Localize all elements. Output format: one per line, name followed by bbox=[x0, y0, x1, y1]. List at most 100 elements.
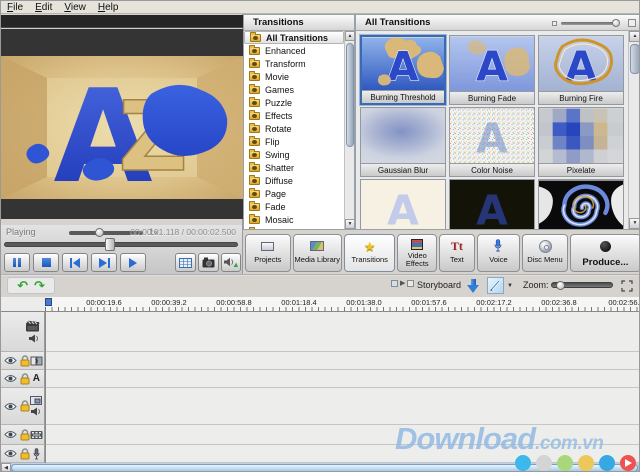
hscrollbar-thumb[interactable] bbox=[11, 464, 638, 471]
gallery-scrollbar-thumb[interactable] bbox=[630, 44, 639, 74]
snapshot-button[interactable] bbox=[198, 253, 219, 272]
category-puzzle[interactable]: Puzzle bbox=[244, 96, 344, 109]
scroll-up-icon[interactable]: ▲ bbox=[629, 31, 639, 42]
fit-timeline-icon[interactable] bbox=[621, 279, 633, 297]
category-all-transitions[interactable]: All Transitions bbox=[244, 31, 344, 44]
draw-tool-button[interactable] bbox=[487, 277, 504, 294]
lock-icon[interactable] bbox=[20, 372, 30, 385]
tab-video-effects[interactable]: Video Effects bbox=[397, 234, 438, 272]
eye-icon[interactable] bbox=[4, 402, 17, 411]
video-track-header[interactable] bbox=[1, 312, 45, 352]
voice-track-header[interactable] bbox=[1, 445, 45, 463]
transition-track-header[interactable] bbox=[1, 352, 45, 370]
transition-thumb-burning-fire[interactable]: A Burning Fire bbox=[538, 35, 624, 105]
thumbnail-size-slider[interactable] bbox=[552, 19, 636, 28]
size-slider-thumb[interactable] bbox=[612, 19, 620, 27]
undo-button[interactable]: ↶ bbox=[17, 279, 28, 292]
menu-file[interactable]: File bbox=[1, 1, 29, 14]
category-diffuse[interactable]: Diffuse bbox=[244, 174, 344, 187]
frame-grid-button[interactable] bbox=[175, 253, 196, 272]
eye-icon[interactable] bbox=[4, 430, 17, 439]
category-flip[interactable]: Flip bbox=[244, 135, 344, 148]
category-label: Puzzle bbox=[265, 97, 293, 108]
text-track-header[interactable]: A bbox=[1, 370, 45, 388]
category-transform[interactable]: Transform bbox=[244, 57, 344, 70]
clip-track-header[interactable] bbox=[1, 425, 45, 445]
stop-button[interactable] bbox=[33, 253, 59, 272]
lock-icon[interactable] bbox=[20, 400, 30, 412]
scroll-up-icon[interactable]: ▲ bbox=[345, 31, 355, 41]
transition-thumb-gaussian-blur[interactable]: Gaussian Blur bbox=[360, 107, 446, 177]
lock-icon[interactable] bbox=[20, 447, 30, 460]
category-effects[interactable]: Effects bbox=[244, 109, 344, 122]
transition-thumb-burning-threshold[interactable]: A Burning Threshold bbox=[360, 35, 446, 105]
playhead-marker[interactable] bbox=[45, 298, 52, 306]
transition-thumb-color-noise[interactable]: A Color Noise bbox=[449, 107, 535, 177]
skip-start-button[interactable] bbox=[62, 253, 88, 272]
scroll-down-icon[interactable]: ▼ bbox=[629, 218, 639, 229]
lock-icon[interactable] bbox=[20, 428, 30, 441]
category-scrollbar-thumb[interactable] bbox=[346, 43, 354, 147]
transition-thumb-pixelate[interactable]: Pixelate bbox=[538, 107, 624, 177]
tab-projects[interactable]: Projects bbox=[245, 234, 291, 272]
scroll-down-icon[interactable]: ▼ bbox=[345, 219, 355, 229]
category-page[interactable]: Page bbox=[244, 187, 344, 200]
volume-button[interactable] bbox=[221, 253, 241, 272]
tab-media-library[interactable]: Media Library bbox=[292, 234, 343, 272]
category-fade[interactable]: Fade bbox=[244, 200, 344, 213]
category-clock[interactable]: Clock bbox=[244, 226, 344, 229]
overlay-track-header[interactable] bbox=[1, 388, 45, 425]
tab-produce[interactable]: Produce... bbox=[569, 234, 639, 272]
gallery-scrollbar[interactable]: ▲ ▼ bbox=[628, 31, 639, 229]
storyboard-toggle[interactable]: ▶ bbox=[391, 280, 415, 287]
timeline-hscrollbar[interactable]: ◀ bbox=[1, 463, 639, 471]
skip-end-button[interactable] bbox=[91, 253, 117, 272]
transition-track-lane[interactable] bbox=[46, 352, 639, 370]
redo-button[interactable]: ↷ bbox=[34, 279, 45, 292]
seek-slider[interactable] bbox=[4, 242, 238, 247]
eye-icon[interactable] bbox=[4, 449, 17, 458]
timeline-zoom-slider[interactable] bbox=[551, 281, 613, 290]
tab-disc-menu[interactable]: Disc Menu bbox=[522, 234, 568, 272]
category-scrollbar[interactable]: ▲ ▼ bbox=[344, 31, 355, 229]
video-preview[interactable]: A Z bbox=[1, 29, 243, 219]
tab-text[interactable]: Tt Text bbox=[439, 234, 475, 272]
category-label: Page bbox=[265, 188, 287, 199]
play-button[interactable] bbox=[120, 253, 146, 272]
category-label: Rotate bbox=[265, 123, 292, 134]
category-rotate[interactable]: Rotate bbox=[244, 122, 344, 135]
tab-voice[interactable]: Voice bbox=[476, 234, 521, 272]
clip-track-lane[interactable] bbox=[46, 425, 639, 445]
scroll-left-icon[interactable]: ◀ bbox=[1, 463, 11, 471]
timeline-ruler[interactable]: 00:00:19.6 00:00:39.2 00:00:58.8 00:01:18.4… bbox=[45, 297, 639, 312]
pause-button[interactable] bbox=[4, 253, 30, 272]
draw-dropdown-icon[interactable]: ▼ bbox=[507, 283, 513, 289]
zoom-slider-thumb[interactable] bbox=[556, 281, 565, 290]
lock-icon[interactable] bbox=[20, 354, 30, 367]
transition-thumb-flash-light[interactable]: A Flash Light bbox=[360, 179, 446, 229]
category-movie[interactable]: Movie bbox=[244, 70, 344, 83]
menu-edit[interactable]: Edit bbox=[29, 1, 58, 14]
category-mosaic[interactable]: Mosaic bbox=[244, 213, 344, 226]
size-slider-track[interactable] bbox=[561, 22, 617, 25]
category-games[interactable]: Games bbox=[244, 83, 344, 96]
eye-icon[interactable] bbox=[4, 374, 17, 383]
video-track-lane[interactable] bbox=[46, 312, 639, 352]
menu-help[interactable]: Help bbox=[92, 1, 125, 14]
tab-transitions[interactable]: ★ Transitions bbox=[344, 234, 396, 272]
narration-arrow-icon[interactable] bbox=[467, 279, 480, 293]
speed-slider-thumb[interactable] bbox=[95, 228, 104, 237]
eye-icon[interactable] bbox=[4, 356, 17, 365]
transition-thumb-flash-dark[interactable]: A Flash Dark bbox=[449, 179, 535, 229]
voice-track-lane[interactable] bbox=[46, 445, 639, 463]
text-track-lane[interactable] bbox=[46, 370, 639, 388]
transition-thumb-twirl-clockwise[interactable]: Twirl Clockwise bbox=[538, 179, 624, 229]
menu-view[interactable]: View bbox=[58, 1, 92, 14]
category-shatter[interactable]: Shatter bbox=[244, 161, 344, 174]
category-swing[interactable]: Swing bbox=[244, 148, 344, 161]
category-enhanced[interactable]: Enhanced bbox=[244, 44, 344, 57]
transition-thumb-burning-fade[interactable]: A Burning Fade bbox=[449, 35, 535, 105]
seek-slider-thumb[interactable] bbox=[105, 238, 115, 251]
overlay-track-lane[interactable] bbox=[46, 388, 639, 425]
folder-icon bbox=[249, 187, 260, 198]
